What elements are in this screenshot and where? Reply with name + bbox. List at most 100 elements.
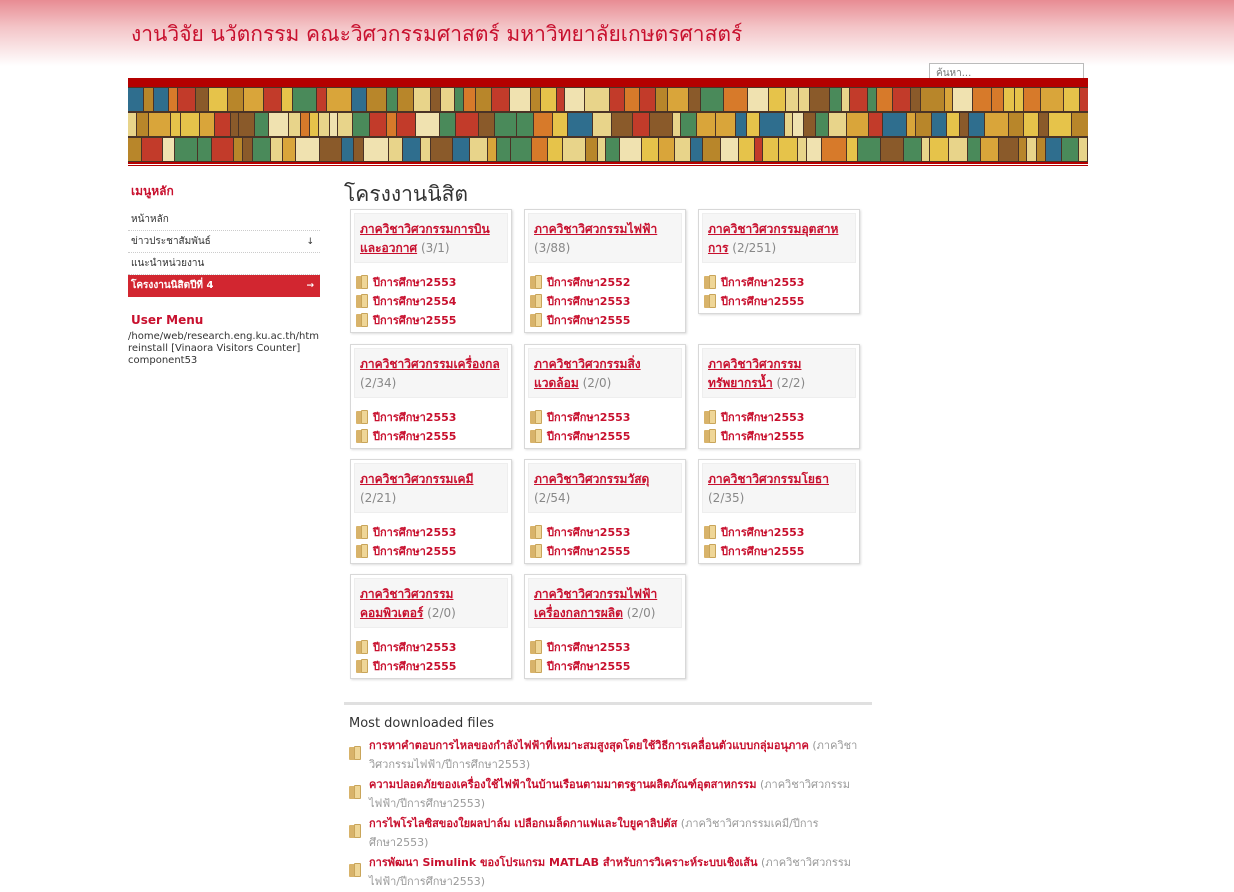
sidebar-item-projects[interactable]: โครงงานนิสิตปีที่ 4 → [128,275,320,297]
download-link[interactable]: การไพโรไลซิสของใยผลปาล์ม เปลือกเมล็ดกาแฟ… [369,817,677,830]
book-spine [330,113,337,136]
sidebar-item-label: แนะนำหน่วยงาน [131,258,205,269]
card-header: ภาควิชาวิศวกรรมวัสดุ (2/54) [528,463,682,513]
user-menu-line: reinstall [Vinaora Visitors Counter] [128,343,301,354]
year-link[interactable]: ปีการศึกษา2555 [530,656,685,675]
folder-icon [530,639,543,654]
department-card: ภาควิชาวิศวกรรมคอมพิวเตอร์ (2/0) ปีการศึ… [350,574,512,679]
folder-icon [704,274,717,289]
year-link[interactable]: ปีการศึกษา2555 [356,541,511,560]
book-spine [128,88,143,111]
book-spine [239,113,254,136]
book-spine [178,88,195,111]
sidebar-item-label: หน้าหลัก [131,214,169,225]
year-link[interactable]: ปีการศึกษา2553 [530,637,685,656]
year-link[interactable]: ปีการศึกษา2553 [356,272,511,291]
folder-icon [530,543,543,558]
year-link[interactable]: ปีการศึกษา2553 [530,291,685,310]
book-spine [354,138,363,161]
year-link[interactable]: ปีการศึกษา2553 [704,407,859,426]
year-link[interactable]: ปีการศึกษา2553 [356,522,511,541]
download-item: ความปลอดภัยของเครื่องใช้ไฟฟ้าในบ้านเรือน… [349,775,867,813]
sidebar-item-news[interactable]: ข่าวประชาสัมพันธ์ ↓ [128,231,320,253]
year-link[interactable]: ปีการศึกษา2555 [356,310,511,329]
folder-icon [530,293,543,308]
book-spine [1072,113,1088,136]
card-header: ภาควิชาวิศวกรรมไฟฟ้า (3/88) [528,213,682,263]
sidebar-item-home[interactable]: หน้าหลัก [128,209,320,231]
year-link[interactable]: ปีการศึกษา2553 [530,522,685,541]
year-link[interactable]: ปีการศึกษา2555 [530,310,685,329]
book-spine [364,138,388,161]
book-spine [1009,113,1023,136]
book-spine [697,113,715,136]
download-link[interactable]: ความปลอดภัยของเครื่องใช้ไฟฟ้าในบ้านเรือน… [369,778,756,791]
book-spine [228,88,243,111]
book-spine [455,88,463,111]
book-spine [739,138,754,161]
sidebar-item-about[interactable]: แนะนำหน่วยงาน [128,253,320,275]
book-spine [586,138,597,161]
book-spine [769,88,785,111]
year-link[interactable]: ปีการศึกษา2555 [356,426,511,445]
book-spine [175,138,197,161]
year-link[interactable]: ปีการศึกษา2555 [530,426,685,445]
year-link[interactable]: ปีการศึกษา2553 [704,272,859,291]
book-spine [403,138,420,161]
book-spine [786,88,798,111]
folder-icon [530,274,543,289]
year-link[interactable]: ปีการศึกษา2553 [530,407,685,426]
department-count: (2/0) [626,606,656,620]
book-spine [1004,88,1014,111]
book-spine [858,138,880,161]
book-spine [510,88,530,111]
year-link[interactable]: ปีการศึกษา2555 [704,426,859,445]
book-spine [606,138,619,161]
site-title[interactable]: งานวิจัย นวัตกรรม คณะวิศวกรรมศาสตร์ มหาว… [131,18,742,51]
department-count: (2/21) [360,491,397,505]
year-link[interactable]: ปีการศึกษา2555 [704,541,859,560]
department-link[interactable]: ภาควิชาวิศวกรรมไฟฟ้า [534,222,657,236]
department-card: ภาควิชาวิศวกรรมวัสดุ (2/54) ปีการศึกษา25… [524,459,686,564]
book-spine [464,88,475,111]
year-link[interactable]: ปีการศึกษา2554 [356,291,511,310]
book-spine [557,88,564,111]
download-link[interactable]: การพัฒนา Simulink ของโปรแกรม MATLAB สำหร… [369,856,758,869]
book-spine [904,138,921,161]
year-link[interactable]: ปีการศึกษา2553 [356,407,511,426]
book-spine [209,88,227,111]
book-spine [724,88,747,111]
book-spine [953,88,972,111]
folder-icon [356,524,369,539]
year-link[interactable]: ปีการศึกษา2555 [704,291,859,310]
folder-icon [530,428,543,443]
department-count: (2/251) [732,241,777,255]
department-link[interactable]: ภาควิชาวิศวกรรมเคมี [360,472,474,486]
card-header: ภาควิชาวิศวกรรมเครื่องกล (2/34) [354,348,508,398]
book-spine [668,88,688,111]
book-spine [907,113,915,136]
book-spine [282,88,292,111]
department-link[interactable]: ภาควิชาวิศวกรรมเครื่องกล [360,357,500,371]
arrow-down-icon: ↓ [306,237,314,247]
book-spine [495,113,516,136]
year-link[interactable]: ปีการศึกษา2555 [530,541,685,560]
book-spine [930,138,948,161]
book-spine [389,138,402,161]
book-spine [212,138,233,161]
department-card: ภาควิชาวิศวกรรมเคมี (2/21) ปีการศึกษา255… [350,459,512,564]
book-spine [640,88,655,111]
book-spine [747,113,759,136]
year-link[interactable]: ปีการศึกษา2553 [704,522,859,541]
department-link[interactable]: ภาควิชาวิศวกรรมวัสดุ [534,472,649,486]
department-card: ภาควิชาวิศวกรรมทรัพยากรน้ำ (2/2) ปีการศึ… [698,344,860,449]
department-link[interactable]: ภาควิชาวิศวกรรมโยธา [708,472,829,486]
department-card: ภาควิชาวิศวกรรมไฟฟ้า (3/88) ปีการศึกษา25… [524,209,686,333]
year-link[interactable]: ปีการศึกษา2552 [530,272,685,291]
book-spine [144,88,153,111]
download-link[interactable]: การหาคำตอบการไหลของกำลังไฟฟ้าที่เหมาะสมส… [369,739,809,752]
year-link[interactable]: ปีการศึกษา2555 [356,656,511,675]
year-link[interactable]: ปีการศึกษา2553 [356,637,511,656]
book-spine [563,138,585,161]
book-spine [431,138,452,161]
